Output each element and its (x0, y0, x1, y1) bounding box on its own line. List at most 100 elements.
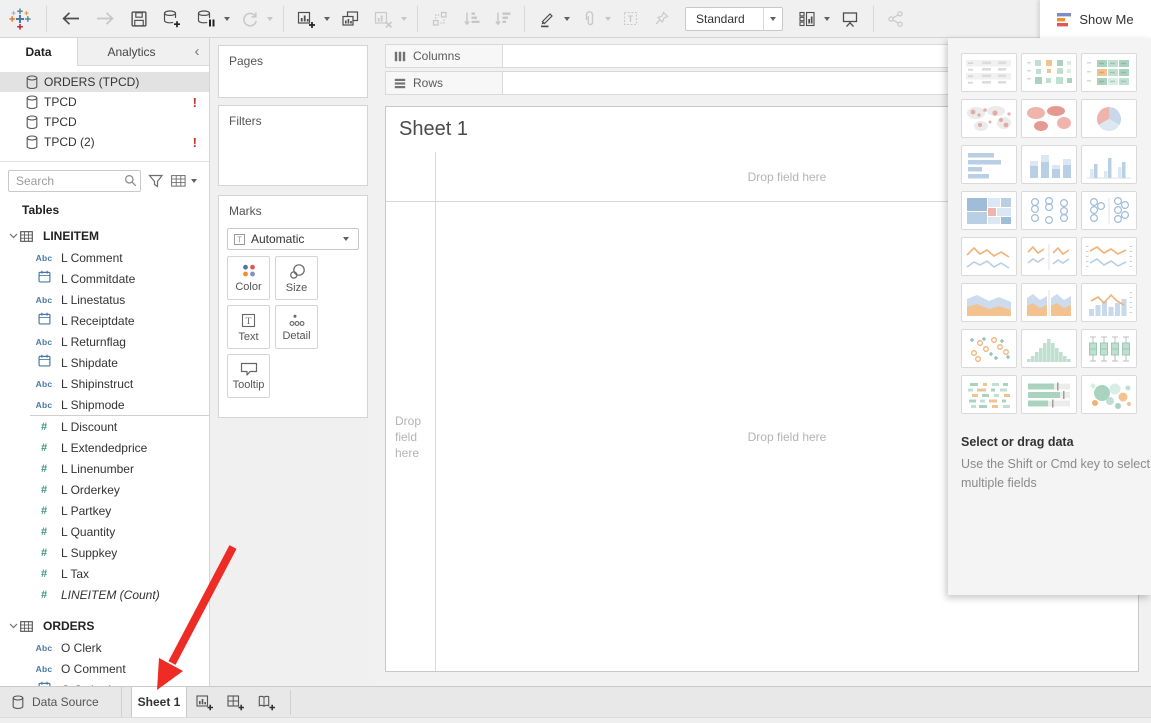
field-item[interactable]: #L Orderkey (0, 479, 209, 500)
field-item[interactable]: #L Discount (0, 416, 209, 437)
new-data-source-button[interactable] (158, 6, 186, 31)
field-item[interactable]: #L Suppkey (0, 542, 209, 563)
showme-area-continuous-thumbnail[interactable] (961, 283, 1017, 322)
field-item[interactable]: O Orderdate (0, 679, 209, 686)
showme-scatter-plot-thumbnail[interactable] (961, 329, 1017, 368)
field-item[interactable]: AbcO Clerk (0, 637, 209, 658)
showme-line-continuous-thumbnail[interactable] (961, 237, 1017, 276)
tooltip-button[interactable]: Tooltip (227, 354, 270, 398)
color-button[interactable]: Color (227, 256, 270, 300)
showme-pie-chart-thumbnail[interactable] (1081, 99, 1137, 138)
presentation-mode-button[interactable] (837, 7, 864, 31)
fix-axes-button[interactable] (649, 7, 674, 30)
sort-ascending-button[interactable] (459, 7, 484, 30)
filters-shelf[interactable]: Filters (218, 105, 368, 186)
table-group-lineitem[interactable]: LINEITEM (0, 225, 209, 247)
new-worksheet-tab-button[interactable] (196, 687, 214, 717)
show-mark-labels-button[interactable]: T (618, 7, 643, 30)
mark-type-caret-icon[interactable] (343, 237, 349, 241)
showme-packed-bubbles-thumbnail[interactable] (1081, 375, 1137, 414)
field-item[interactable]: #L Extendedprice (0, 437, 209, 458)
field-item[interactable]: AbcL Linestatus (0, 289, 209, 310)
field-item[interactable]: #L Quantity (0, 521, 209, 542)
undo-button[interactable] (56, 7, 85, 30)
field-item[interactable]: AbcL Comment (0, 247, 209, 268)
tab-data-source[interactable]: Data Source (0, 687, 122, 717)
new-worksheet-caret-icon[interactable] (324, 17, 330, 21)
pages-shelf[interactable]: Pages (218, 45, 368, 98)
tab-data[interactable]: Data (0, 38, 78, 66)
show-hide-cards-caret-icon[interactable] (824, 17, 830, 21)
showme-line-discrete-thumbnail[interactable] (1021, 237, 1077, 276)
showme-highlight-table-thumbnail[interactable] (1081, 53, 1137, 92)
datasource-item[interactable]: TPCD! (0, 92, 209, 112)
field-item[interactable]: #L Tax (0, 563, 209, 584)
detail-button[interactable]: Detail (275, 305, 318, 349)
showme-dual-line-thumbnail[interactable] (1081, 237, 1137, 276)
highlight-button[interactable] (534, 7, 560, 31)
showme-dual-combination-thumbnail[interactable] (1081, 283, 1137, 322)
field-item[interactable]: AbcL Shipmode (0, 394, 209, 415)
showme-horizontal-bar-thumbnail[interactable] (961, 145, 1017, 184)
duplicate-sheet-button[interactable] (337, 7, 364, 31)
field-item[interactable]: L Commitdate (0, 268, 209, 289)
text-button[interactable]: T Text (227, 305, 270, 349)
redo-button[interactable] (91, 7, 120, 30)
fit-select[interactable]: Standard (685, 7, 783, 31)
showme-symbol-map-thumbnail[interactable] (961, 99, 1017, 138)
swap-rows-columns-button[interactable] (427, 7, 453, 31)
clear-sheet-caret-icon[interactable] (401, 17, 407, 21)
showme-text-table-thumbnail[interactable] (961, 53, 1017, 92)
field-item[interactable]: AbcL Shipinstruct (0, 373, 209, 394)
field-item[interactable]: L Shipdate (0, 352, 209, 373)
field-item[interactable]: #L Partkey (0, 500, 209, 521)
run-auto-updates-caret-icon[interactable] (267, 17, 273, 21)
showme-circle-view-thumbnail[interactable] (1021, 191, 1077, 230)
showme-histogram-thumbnail[interactable] (1021, 329, 1077, 368)
showme-box-and-whisker-thumbnail[interactable] (1081, 329, 1137, 368)
mark-type-select[interactable]: T Automatic (227, 228, 359, 250)
rows-drop-zone[interactable]: Drop field here (386, 202, 436, 671)
search-input[interactable] (8, 170, 141, 192)
showme-side-by-side-circle-thumbnail[interactable] (1081, 191, 1137, 230)
showme-gantt-thumbnail[interactable] (961, 375, 1017, 414)
pause-auto-updates-button[interactable] (192, 6, 220, 31)
sort-descending-button[interactable] (490, 7, 515, 30)
clear-sheet-button[interactable] (370, 7, 397, 31)
new-dashboard-tab-button[interactable] (227, 687, 245, 717)
collapse-pane-icon[interactable]: ‹ (185, 38, 209, 66)
pause-auto-updates-caret-icon[interactable] (224, 17, 230, 21)
tab-analytics[interactable]: Analytics (78, 38, 185, 66)
show-me-button[interactable]: Show Me (1040, 0, 1151, 38)
showme-filled-map-thumbnail[interactable] (1021, 99, 1077, 138)
run-auto-updates-button[interactable] (237, 7, 263, 31)
field-item[interactable]: #LINEITEM (Count) (0, 584, 209, 605)
field-item[interactable]: AbcL Returnflag (0, 331, 209, 352)
field-item[interactable]: #L Linenumber (0, 458, 209, 479)
chevron-down-icon[interactable] (0, 623, 20, 629)
fit-select-caret-icon[interactable] (763, 8, 782, 30)
group-members-button[interactable] (577, 7, 601, 31)
datasource-item[interactable]: TPCD (0, 112, 209, 132)
view-options-icon[interactable] (171, 175, 201, 187)
group-members-caret-icon[interactable] (605, 17, 611, 21)
filter-fields-icon[interactable] (148, 174, 164, 188)
datasource-item[interactable]: ORDERS (TPCD) (0, 72, 209, 92)
save-button[interactable] (126, 7, 152, 31)
showme-heat-map-thumbnail[interactable] (1021, 53, 1077, 92)
showme-area-discrete-thumbnail[interactable] (1021, 283, 1077, 322)
highlight-caret-icon[interactable] (564, 17, 570, 21)
show-hide-cards-button[interactable] (794, 7, 820, 31)
showme-stacked-bar-thumbnail[interactable] (1021, 145, 1077, 184)
field-item[interactable]: L Receiptdate (0, 310, 209, 331)
new-story-tab-button[interactable] (258, 687, 276, 717)
showme-bullet-graph-thumbnail[interactable] (1021, 375, 1077, 414)
table-group-orders[interactable]: ORDERS (0, 615, 209, 637)
chevron-down-icon[interactable] (0, 233, 20, 239)
datasource-item[interactable]: TPCD (2)! (0, 132, 209, 152)
share-button[interactable] (883, 7, 909, 31)
tab-sheet-1[interactable]: Sheet 1 (131, 687, 187, 717)
size-button[interactable]: Size (275, 256, 318, 300)
showme-side-by-side-bar-thumbnail[interactable] (1081, 145, 1137, 184)
showme-treemap-thumbnail[interactable] (961, 191, 1017, 230)
